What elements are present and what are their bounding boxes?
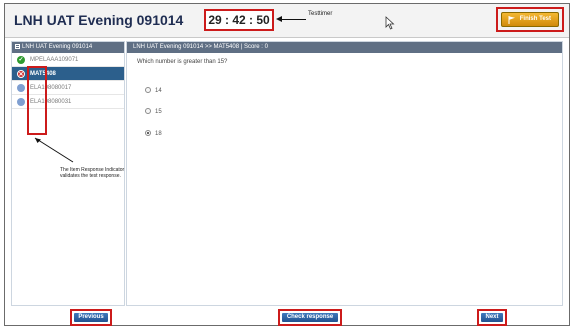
timer-callout-label: Testtimer: [308, 11, 333, 17]
question-prompt: Which number is greater than 15?: [137, 59, 228, 65]
answer-option[interactable]: 15: [145, 108, 162, 115]
radio-button[interactable]: [145, 108, 151, 114]
indicator-callout-note: The Item Response Indicator validates th…: [60, 167, 125, 179]
incorrect-x-icon: ✕: [17, 70, 25, 78]
check-response-highlight: Check response: [278, 309, 342, 326]
collapse-icon[interactable]: [15, 43, 20, 49]
finish-test-highlight: Finish Test: [496, 7, 564, 32]
unanswered-icon: [17, 84, 25, 92]
flag-icon: [508, 16, 515, 24]
footer-bar: Previous Check response Next: [5, 309, 569, 326]
test-window: LNH UAT Evening 091014 29 : 42 : 50 Test…: [4, 3, 570, 326]
question-list-header[interactable]: LNH UAT Evening 091014: [12, 42, 124, 53]
finish-test-label: Finish Test: [519, 16, 551, 22]
unanswered-icon: [17, 98, 25, 106]
answer-option-label: 15: [155, 109, 162, 115]
previous-button[interactable]: Previous: [74, 313, 108, 322]
answer-option-label: 18: [155, 131, 162, 137]
answer-option-selected[interactable]: 18: [145, 130, 162, 137]
question-breadcrumb: LNH UAT Evening 091014 >> MAT5408 | Scor…: [127, 42, 562, 53]
answer-option[interactable]: 14: [145, 87, 162, 94]
timer-callout-arrow: [282, 19, 306, 20]
test-title: LNH UAT Evening 091014: [14, 12, 184, 28]
test-timer: 29 : 42 : 50: [204, 9, 274, 31]
question-item[interactable]: ✓ MPELAAA109071: [12, 53, 124, 67]
question-item-label: MPELAAA109071: [30, 57, 79, 63]
mouse-pointer-icon: [385, 16, 395, 30]
finish-test-button[interactable]: Finish Test: [501, 12, 559, 27]
response-indicator-highlight: [27, 66, 47, 135]
next-highlight: Next: [477, 309, 507, 326]
previous-highlight: Previous: [70, 309, 112, 326]
answer-option-label: 14: [155, 88, 162, 94]
correct-check-icon: ✓: [17, 56, 25, 64]
check-response-button[interactable]: Check response: [282, 313, 338, 322]
indicator-callout-arrow: [34, 137, 74, 163]
question-list-title: LNH UAT Evening 091014: [22, 44, 93, 50]
radio-button[interactable]: [145, 87, 151, 93]
next-button[interactable]: Next: [481, 313, 503, 322]
header-bar: LNH UAT Evening 091014 29 : 42 : 50 Test…: [5, 4, 569, 38]
radio-button-selected[interactable]: [145, 130, 151, 136]
question-panel: LNH UAT Evening 091014 >> MAT5408 | Scor…: [126, 41, 563, 306]
